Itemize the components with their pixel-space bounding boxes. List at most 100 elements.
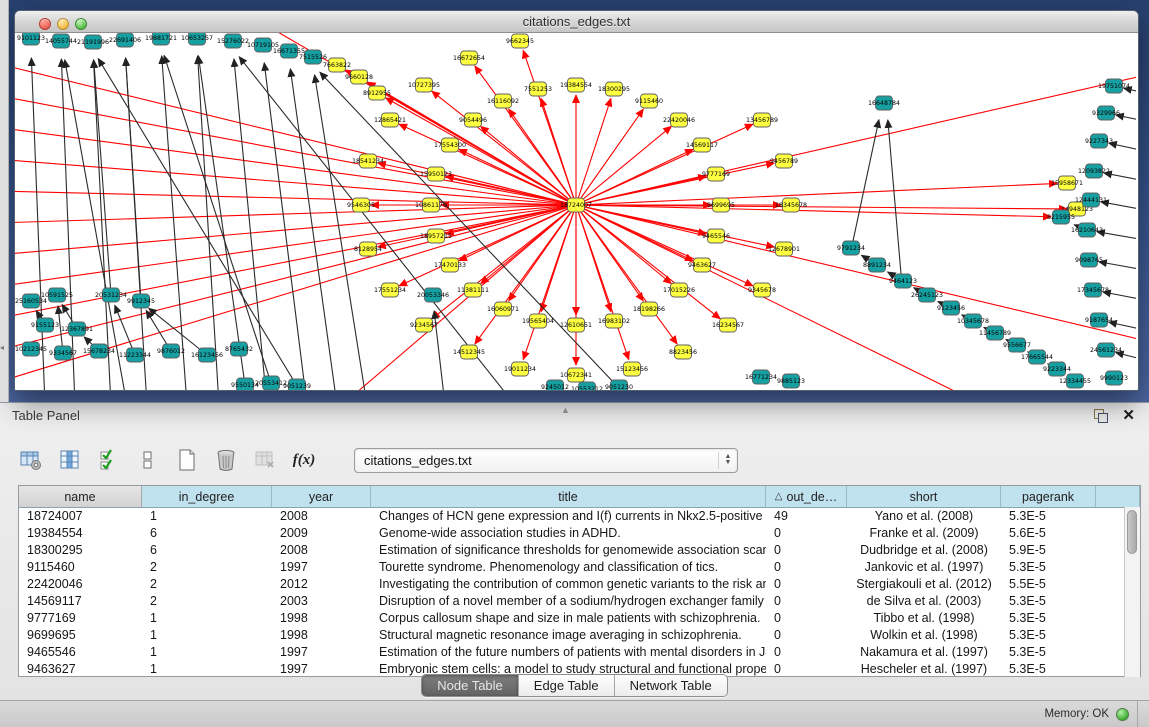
column-header-short[interactable]: short: [847, 486, 1001, 507]
column-header-pagerank[interactable]: pagerank: [1001, 486, 1096, 507]
network-node-label: 20531234: [95, 292, 127, 299]
network-node-label: 8215955: [1047, 214, 1075, 221]
network-edge: [576, 124, 753, 205]
table-cell: 18724007: [19, 508, 142, 525]
network-node-label: 17554300: [434, 142, 466, 149]
table-select-dropdown[interactable]: citations_edges.txt ▲▼: [354, 448, 738, 473]
network-node-label: 10861170: [415, 202, 447, 209]
network-node-label: 7515526: [299, 54, 327, 61]
network-node-label: 10553212: [571, 386, 603, 390]
network-node-label: 20053346: [417, 292, 449, 299]
table-row[interactable]: 1938455462009Genome-wide association stu…: [19, 525, 1140, 542]
table-cell: 0: [766, 542, 847, 559]
panel-resize-grip-icon[interactable]: ▲: [561, 405, 571, 415]
row-height-icon[interactable]: [135, 447, 161, 473]
table-cell: 5.3E-5: [1001, 593, 1096, 610]
network-node-label: 10653257: [181, 35, 213, 42]
delete-column-icon[interactable]: [213, 447, 239, 473]
network-node-label: 9465546: [702, 233, 730, 240]
table-row[interactable]: 1456911722003Disruption of a novel membe…: [19, 593, 1140, 610]
table-row[interactable]: 977716911998Corpus callosum shape and si…: [19, 610, 1140, 627]
network-edge: [576, 99, 611, 205]
close-panel-icon[interactable]: ✕: [1122, 408, 1135, 423]
network-edge: [853, 120, 879, 241]
table-cell: 2: [142, 593, 272, 610]
table-cell: 0: [766, 576, 847, 593]
network-node-label: 9227343: [1085, 138, 1113, 145]
table-row[interactable]: 911546021997Tourette syndrome. Phenomeno…: [19, 559, 1140, 576]
function-builder-icon[interactable]: f(x): [291, 447, 317, 473]
table-row[interactable]: 1830029562008Estimation of significance …: [19, 542, 1140, 559]
network-node-label: 16116092: [487, 98, 519, 105]
table-cell: 5.9E-5: [1001, 542, 1096, 559]
column-header-name[interactable]: name: [19, 486, 142, 507]
network-edge: [15, 95, 576, 205]
network-node-label: 9546305: [347, 202, 375, 209]
table-cell: 1997: [272, 644, 371, 661]
table-cell: Disruption of a novel member of a sodium…: [371, 593, 766, 610]
table-row[interactable]: 969969511998Structural magnetic resonanc…: [19, 627, 1140, 644]
network-node-label: 26245123: [911, 292, 943, 299]
collapse-panel-arrow-icon[interactable]: ◂: [0, 344, 4, 352]
table-scrollbar-thumb[interactable]: [1127, 510, 1137, 554]
network-node-label: 16771234: [745, 374, 777, 381]
table-cell: Dudbridge et al. (2008): [847, 542, 1001, 559]
table-cell: 5.3E-5: [1001, 627, 1096, 644]
network-node-label: 14512345: [453, 349, 485, 356]
network-node-label: 25160534: [15, 298, 47, 305]
table-cell: 22420046: [19, 576, 142, 593]
table-cell: 2008: [272, 542, 371, 559]
tab-network-table[interactable]: Network Table: [615, 675, 727, 696]
network-view-window: citations_edges.txt 18724007910112314055…: [14, 10, 1139, 391]
table-cell: Genome-wide association studies in ADHD.: [371, 525, 766, 542]
network-node-label: 10212345: [15, 346, 47, 353]
network-edge: [15, 205, 576, 319]
tab-node-table[interactable]: Node Table: [422, 675, 519, 696]
table-mode-icon[interactable]: [18, 447, 44, 473]
memory-status-label: Memory: OK: [1044, 708, 1109, 720]
window-titlebar[interactable]: citations_edges.txt: [15, 11, 1138, 33]
network-node-label: 16234567: [712, 322, 744, 329]
table-cell: 0: [766, 644, 847, 661]
network-node-label: 8128954: [354, 246, 382, 253]
network-node-label: 18957215: [420, 233, 452, 240]
network-node-label: 8765432: [225, 346, 253, 353]
tab-edge-table[interactable]: Edge Table: [519, 675, 615, 696]
delete-table-icon: [252, 447, 278, 473]
network-node-label: 11223344: [119, 352, 151, 359]
column-header-title[interactable]: title: [371, 486, 766, 507]
network-node-label: 18198266: [633, 306, 665, 313]
column-visibility-icon[interactable]: [57, 447, 83, 473]
column-header-in_degree[interactable]: in_degree: [142, 486, 272, 507]
network-edge: [94, 60, 111, 295]
new-column-icon[interactable]: [174, 447, 200, 473]
network-edge: [888, 120, 901, 274]
network-node-label: 9463627: [688, 262, 716, 269]
table-row[interactable]: 1872400712008Changes of HCN gene express…: [19, 508, 1140, 525]
table-cell: 5.3E-5: [1001, 508, 1096, 525]
network-canvas[interactable]: 1872400791011231405574421191996226914061…: [15, 33, 1136, 390]
column-header-filler: [1096, 486, 1140, 507]
table-row[interactable]: 946554611997Estimation of the future num…: [19, 644, 1140, 661]
network-node-label: 14055744: [45, 38, 77, 45]
column-header-year[interactable]: year: [272, 486, 371, 507]
memory-ok-indicator[interactable]: [1116, 708, 1129, 721]
float-panel-icon[interactable]: [1094, 409, 1108, 423]
table-scrollbar[interactable]: [1124, 507, 1140, 677]
table-row[interactable]: 2242004622012Investigating the contribut…: [19, 576, 1140, 593]
table-cell: 0: [766, 559, 847, 576]
network-node-label: 12334455: [1059, 378, 1091, 385]
table-cell: Tourette syndrome. Phenomenology and cla…: [371, 559, 766, 576]
column-header-out_de[interactable]: △out_de…: [766, 486, 847, 507]
table-cell: Jankovic et al. (1997): [847, 559, 1001, 576]
network-node-label: 22420046: [663, 117, 695, 124]
table-cell: 5.3E-5: [1001, 644, 1096, 661]
network-edge: [576, 205, 629, 360]
network-node-label: 18724007: [560, 202, 592, 209]
table-cell: 1: [142, 610, 272, 627]
select-columns-icon[interactable]: [96, 447, 122, 473]
network-node-label: 19384554: [560, 82, 592, 89]
table-cell: Stergiakouli et al. (2012): [847, 576, 1001, 593]
table-cell: 9115460: [19, 559, 142, 576]
network-node-label: 17015226: [663, 287, 695, 294]
